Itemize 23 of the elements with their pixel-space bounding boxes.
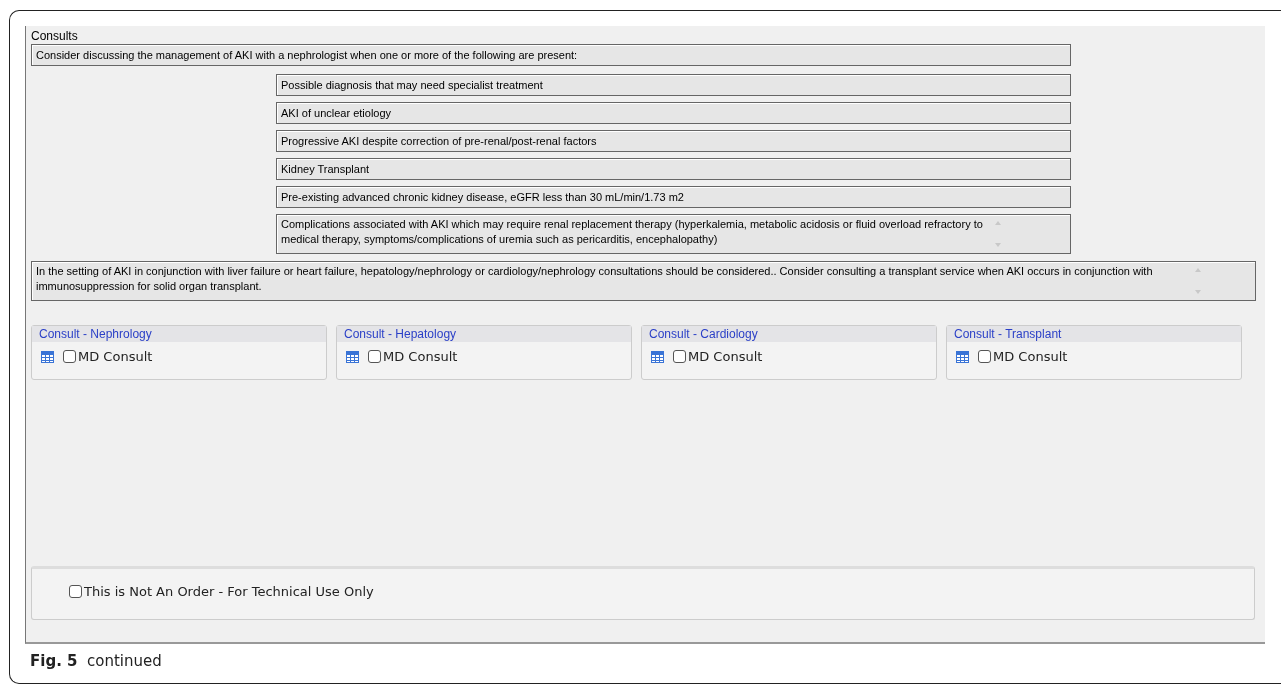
group-title: Consult - Cardiology (642, 326, 936, 342)
group-title: Consult - Nephrology (32, 326, 326, 342)
criterion-text: Complications associated with AKI which may require renal replacement therapy (hyperkalemia, metabolic acidosis or fluid overload refractory to medical therapy, symptoms/complications of uremia such as pericarditis, encephalopathy) (281, 217, 984, 247)
md-consult-checkbox[interactable]: MD Consult (63, 349, 153, 364)
intro-text: Consider discussing the management of AKI with a nephrologist when one or more of the following are present: (31, 44, 1071, 66)
criterion-text: Pre-existing advanced chronic kidney disease, eGFR less than 30 mL/min/1.73 m2 (276, 186, 1071, 208)
table-icon[interactable] (651, 350, 664, 363)
table-icon[interactable] (956, 350, 969, 363)
table-icon[interactable] (346, 350, 359, 363)
technical-checkbox[interactable]: This is Not An Order - For Technical Use Only (69, 584, 1254, 599)
md-consult-checkbox[interactable]: MD Consult (978, 349, 1068, 364)
section-title: Consults (31, 28, 78, 44)
group-title: Consult - Transplant (947, 326, 1241, 342)
md-consult-checkbox[interactable]: MD Consult (368, 349, 458, 364)
md-consult-checkbox[interactable]: MD Consult (673, 349, 763, 364)
criterion-text: AKI of unclear etiology (276, 102, 1071, 124)
criterion-text: Progressive AKI despite correction of pre-renal/post-renal factors (276, 130, 1071, 152)
criterion-text: Kidney Transplant (276, 158, 1071, 180)
table-icon[interactable] (41, 350, 54, 363)
criterion-text: Possible diagnosis that may need specialist treatment (276, 74, 1071, 96)
note-text: In the setting of AKI in conjunction with liver failure or heart failure, hepatology/nephrology or cardiology/nephrology consultations should be considered.. Consider consulting a transplant service when AKI occurs in conjunction with immunosuppression for solid organ transplant. (36, 264, 1154, 294)
group-title: Consult - Hepatology (337, 326, 631, 342)
figure-caption: Fig. 5 continued (30, 652, 163, 670)
